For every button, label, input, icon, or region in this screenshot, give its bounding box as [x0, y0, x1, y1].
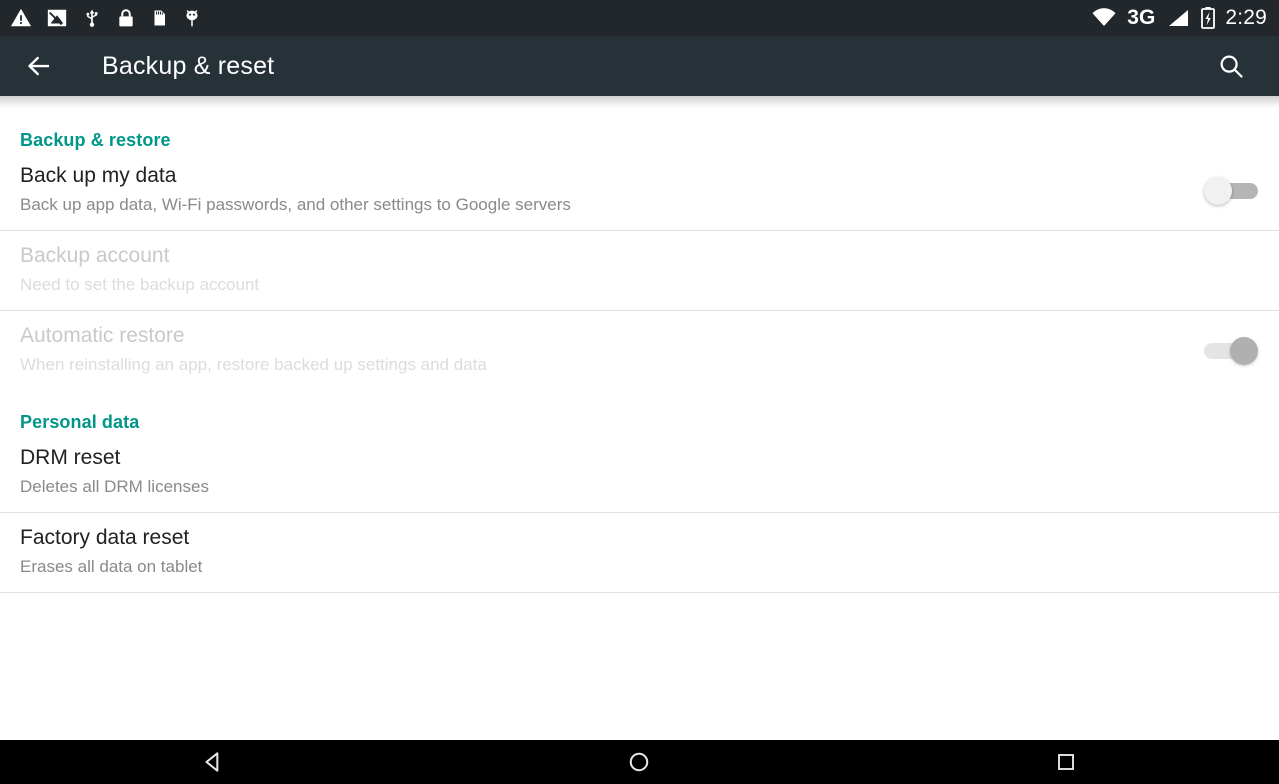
list-item-text: Factory data reset Erases all data on ta…	[20, 513, 1183, 592]
list-item-summary: When reinstalling an app, restore backed…	[20, 355, 487, 374]
section-header-personal-data: Personal data	[20, 412, 140, 432]
list-item-backup-account: Backup account Need to set the backup ac…	[0, 231, 1279, 310]
usb-icon	[82, 7, 102, 29]
sd-card-icon	[150, 7, 168, 29]
list-item-title: DRM reset	[20, 446, 121, 469]
switch-thumb	[1230, 336, 1258, 365]
screenshot-icon	[46, 7, 68, 29]
warning-icon	[10, 7, 32, 29]
list-item-drm-reset[interactable]: DRM reset Deletes all DRM licenses	[0, 433, 1279, 512]
list-item-title: Backup account	[20, 244, 170, 267]
switch-container	[1183, 336, 1279, 365]
switch-container	[1183, 176, 1279, 205]
list-item-summary: Deletes all DRM licenses	[20, 477, 209, 496]
signal-bars-icon	[1166, 7, 1190, 29]
list-item-factory-data-reset[interactable]: Factory data reset Erases all data on ta…	[0, 513, 1279, 592]
switch-thumb	[1204, 176, 1232, 205]
nav-home-circle-icon[interactable]	[426, 740, 852, 784]
nav-recents-square-icon[interactable]	[853, 740, 1279, 784]
list-item-summary: Need to set the backup account	[20, 275, 260, 294]
status-bar-right-icons: 3G 2:29	[1081, 6, 1267, 30]
action-bar: Backup & reset	[0, 36, 1279, 96]
status-bar-clock: 2:29	[1225, 6, 1267, 29]
divider	[0, 592, 1279, 593]
status-bar-left-icons	[10, 7, 216, 29]
wifi-icon	[1091, 7, 1117, 29]
list-item-title: Back up my data	[20, 164, 177, 187]
list-item-text: Automatic restore When reinstalling an a…	[20, 311, 1183, 390]
settings-list: Backup & restore Back up my data Back up…	[0, 108, 1279, 593]
list-item-text: Backup account Need to set the backup ac…	[20, 231, 1183, 310]
android-navigation-bar	[0, 740, 1279, 784]
status-bar: 3G 2:29	[0, 0, 1279, 36]
android-debug-icon	[182, 7, 202, 29]
list-item-title: Automatic restore	[20, 324, 185, 347]
list-item-title: Factory data reset	[20, 526, 190, 549]
list-item-summary: Erases all data on tablet	[20, 557, 203, 576]
list-item-summary: Back up app data, Wi-Fi passwords, and o…	[20, 195, 571, 214]
back-up-my-data-toggle[interactable]	[1204, 176, 1258, 205]
list-item-text: DRM reset Deletes all DRM licenses	[20, 433, 1183, 512]
section-header-backup-restore: Backup & restore	[20, 130, 171, 150]
lock-icon	[116, 7, 136, 29]
action-bar-shadow	[0, 96, 1279, 108]
battery-charging-icon	[1200, 6, 1216, 30]
list-item-back-up-my-data[interactable]: Back up my data Back up app data, Wi-Fi …	[0, 151, 1279, 230]
list-item-automatic-restore: Automatic restore When reinstalling an a…	[0, 311, 1279, 390]
back-arrow-icon[interactable]	[22, 49, 56, 83]
page-title: Backup & reset	[102, 51, 275, 80]
automatic-restore-toggle	[1204, 336, 1258, 365]
search-icon[interactable]	[1211, 46, 1251, 86]
nav-back-triangle-icon[interactable]	[0, 740, 426, 784]
list-item-text: Back up my data Back up app data, Wi-Fi …	[20, 151, 1183, 230]
network-type-label: 3G	[1127, 6, 1156, 29]
